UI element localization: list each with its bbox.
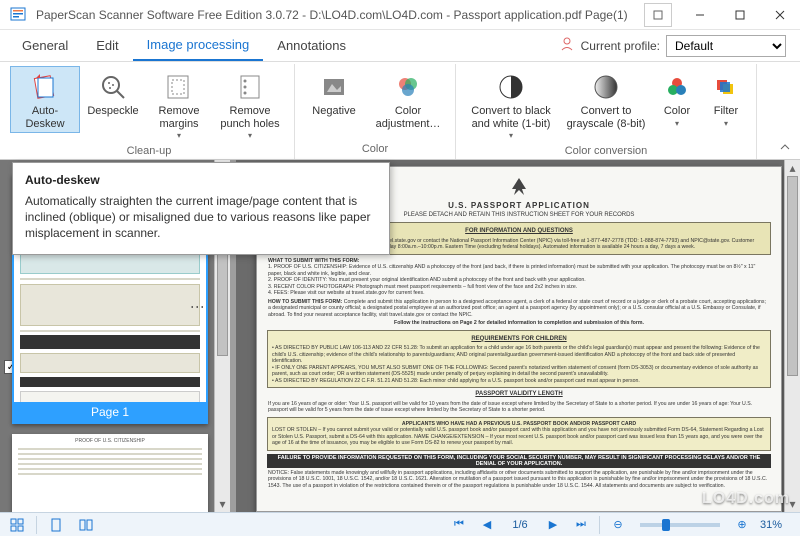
ribbon-collapse-button[interactable] [776,139,794,155]
chevron-down-icon: ▾ [248,131,252,140]
ribbon: Auto-Deskew Despeckle Remove margins ▾ [0,62,800,160]
pager-last-button[interactable]: ⏭ [571,516,591,534]
scroll-down-icon[interactable]: ▾ [215,496,230,512]
doc-submit-body: 1. PROOF OF U.S. CITIZENSHIP: Evidence o… [268,264,770,297]
titlebar: PaperScan Scanner Software Free Edition … [0,0,800,30]
doc-validity-body: If you are 16 years of age or older: You… [268,401,770,414]
remove-punch-holes-icon [234,71,266,103]
thumbnail-menu-icon[interactable]: ⋮ [190,300,206,315]
filter-label: Filter [714,105,738,118]
chevron-down-icon: ▾ [509,131,513,140]
scroll-up-icon[interactable]: ▴ [785,160,800,176]
negative-icon [318,71,350,103]
grayscale-circle-icon [590,71,622,103]
color-wheel-icon [661,71,693,103]
profile-select[interactable]: Default [666,35,786,57]
doc-submit-heading: WHAT TO SUBMIT WITH THIS FORM: [268,258,359,264]
pager-next-button[interactable]: ▶ [543,516,563,534]
view-thumbnails-button[interactable] [6,515,28,535]
pager-prev-button[interactable]: ◀ [477,516,497,534]
zoom-text: 31% [760,519,794,531]
eagle-seal-icon [504,175,534,199]
negative-label: Negative [312,105,355,118]
color-adjustment-button[interactable]: Color adjustment… [367,66,449,133]
app-icon [8,4,30,26]
convert-grayscale-label: Convert to grayscale (8-bit) [563,105,649,130]
group-label-color: Color [362,141,388,157]
tab-general[interactable]: General [8,30,82,61]
zoom-slider[interactable] [640,523,720,527]
color-button[interactable]: Color ▾ [652,66,702,131]
document-scrollbar[interactable]: ▴ ▾ [784,160,800,512]
auto-deskew-label: Auto-Deskew [13,105,77,130]
remove-punch-holes-label: Remove punch holes [215,105,285,130]
despeckle-label: Despeckle [87,105,138,118]
color-adjustment-icon [392,71,424,103]
filter-button[interactable]: Filter ▾ [702,66,750,131]
pager-text: 1/6 [505,519,535,531]
doc-notice: NOTICE: False statements made knowingly … [268,470,770,490]
tooltip-title: Auto-deskew [25,173,377,187]
doc-instruct: Follow the instructions on Page 2 for de… [268,320,770,327]
zoom-in-button[interactable]: ⊕ [732,516,752,534]
ribbon-group-color: Negative Color adjustment… Color [295,64,456,159]
group-label-color-conversion: Color conversion [565,143,648,159]
filter-icon [710,71,742,103]
scroll-thumb[interactable] [787,176,798,376]
despeckle-button[interactable]: Despeckle [80,66,146,121]
remove-margins-label: Remove margins [149,105,209,130]
thumbnail-page-2[interactable]: PROOF OF U.S. CITIZENSHIP [12,434,208,512]
tooltip-body: Automatically straighten the current ima… [25,193,377,242]
bw-circle-icon [495,71,527,103]
doc-howto-body: Complete and submit this application in … [268,299,766,318]
convert-bw-button[interactable]: Convert to black and white (1-bit) ▾ [462,66,560,143]
tab-annotations[interactable]: Annotations [263,30,360,61]
doc-warning-heading: FAILURE TO PROVIDE INFORMATION REQUESTED… [267,454,771,468]
profile-label: Current profile: [581,39,660,53]
negative-button[interactable]: Negative [301,66,367,121]
zoom-out-button[interactable]: ⊖ [608,516,628,534]
pager-first-button[interactable]: ⏮ [449,516,469,534]
thumbnail-caption: Page 1 [14,402,206,422]
menubar: General Edit Image processing Annotation… [0,30,800,62]
doc-prior-body: LOST OR STOLEN – If you cannot submit yo… [272,427,766,447]
tab-image-processing[interactable]: Image processing [133,30,264,61]
tab-edit[interactable]: Edit [82,30,132,61]
ribbon-group-cleanup: Auto-Deskew Despeckle Remove margins ▾ [4,64,295,159]
remove-margins-icon [163,71,195,103]
color-adjustment-label: Color adjustment… [370,105,446,130]
auto-deskew-icon [29,71,61,103]
color-label: Color [664,105,690,118]
pin-button[interactable] [644,3,672,27]
maximize-button[interactable] [720,0,760,30]
close-button[interactable] [760,0,800,30]
doc-validity-heading: PASSPORT VALIDITY LENGTH [268,391,770,399]
group-label-cleanup: Clean-up [127,143,172,159]
chevron-down-icon: ▾ [724,119,728,128]
window-title: PaperScan Scanner Software Free Edition … [36,8,644,22]
remove-punch-holes-button[interactable]: Remove punch holes ▾ [212,66,288,143]
ribbon-group-color-conversion: Convert to black and white (1-bit) ▾ Con… [456,64,757,159]
profile-icon [559,36,575,55]
doc-req-body: • AS DIRECTED BY PUBLIC LAW 106-113 AND … [272,345,766,384]
remove-margins-button[interactable]: Remove margins ▾ [146,66,212,143]
view-single-button[interactable] [45,515,67,535]
chevron-down-icon: ▾ [675,119,679,128]
statusbar: ⏮ ◀ 1/6 ▶ ⏭ ⊖ ⊕ 31% [0,512,800,536]
chevron-down-icon: ▾ [177,131,181,140]
doc-howto-heading: HOW TO SUBMIT THIS FORM: [268,299,342,305]
convert-bw-label: Convert to black and white (1-bit) [465,105,557,130]
auto-deskew-button[interactable]: Auto-Deskew [10,66,80,133]
watermark: LO4D.com [702,490,790,508]
minimize-button[interactable] [680,0,720,30]
view-multi-button[interactable] [75,515,97,535]
convert-grayscale-button[interactable]: Convert to grayscale (8-bit) [560,66,652,133]
despeckle-icon [97,71,129,103]
tooltip-auto-deskew: Auto-deskew Automatically straighten the… [12,162,390,255]
doc-req-heading: REQUIREMENTS FOR CHILDREN [272,336,766,344]
